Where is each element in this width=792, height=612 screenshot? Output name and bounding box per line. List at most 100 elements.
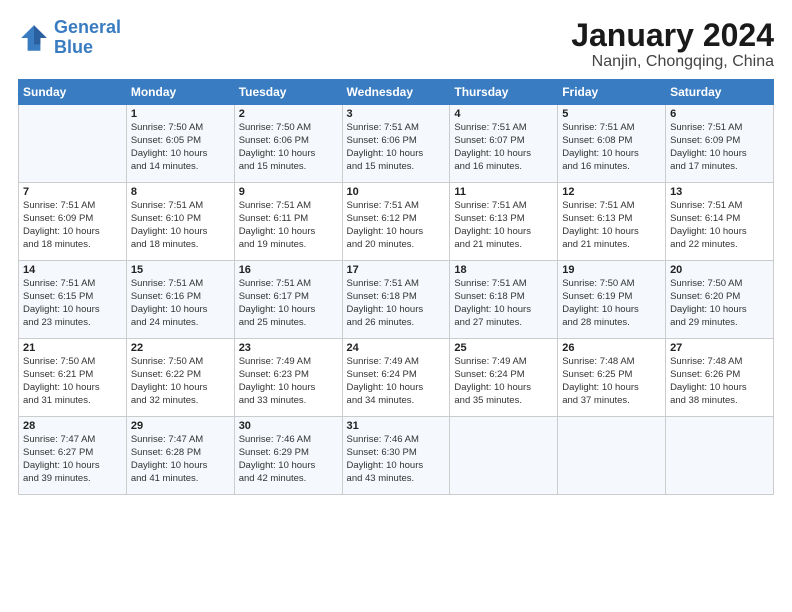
day-cell: 29 Sunrise: 7:47 AMSunset: 6:28 PMDayligh… <box>126 417 234 495</box>
day-info: Sunrise: 7:51 AMSunset: 6:09 PMDaylight:… <box>23 200 122 251</box>
col-tuesday: Tuesday <box>234 80 342 105</box>
day-cell: 22Sunrise: 7:50 AMSunset: 6:22 PMDayligh… <box>126 339 234 417</box>
day-cell: 17 Sunrise: 7:51 AMSunset: 6:18 PMDayligh… <box>342 261 450 339</box>
day-cell: 11Sunrise: 7:51 AMSunset: 6:13 PMDayligh… <box>450 183 558 261</box>
day-cell <box>450 417 558 495</box>
week-row-2: 7Sunrise: 7:51 AMSunset: 6:09 PMDaylight… <box>19 183 774 261</box>
day-info: Sunrise: 7:49 AMSunset: 6:23 PMDaylight:… <box>239 356 338 407</box>
week-row-3: 14Sunrise: 7:51 AMSunset: 6:15 PMDayligh… <box>19 261 774 339</box>
day-number: 21 <box>23 342 122 354</box>
day-info: Sunrise: 7:51 AMSunset: 6:09 PMDaylight:… <box>670 122 769 173</box>
day-info: Sunrise: 7:51 AMSunset: 6:06 PMDaylight:… <box>347 122 446 173</box>
col-thursday: Thursday <box>450 80 558 105</box>
day-info: Sunrise: 7:50 AMSunset: 6:20 PMDaylight:… <box>670 278 769 329</box>
day-cell: 2 Sunrise: 7:50 AMSunset: 6:06 PMDaylight… <box>234 105 342 183</box>
day-cell: 12 Sunrise: 7:51 AMSunset: 6:13 PMDayligh… <box>558 183 666 261</box>
col-monday: Monday <box>126 80 234 105</box>
day-number: 17 <box>347 264 446 276</box>
day-cell: 27Sunrise: 7:48 AMSunset: 6:26 PMDayligh… <box>666 339 774 417</box>
day-cell: 1 Sunrise: 7:50 AMSunset: 6:05 PMDaylight… <box>126 105 234 183</box>
day-cell: 3 Sunrise: 7:51 AMSunset: 6:06 PMDaylight… <box>342 105 450 183</box>
day-info: Sunrise: 7:51 AMSunset: 6:11 PMDaylight:… <box>239 200 338 251</box>
day-info: Sunrise: 7:51 AMSunset: 6:18 PMDaylight:… <box>347 278 446 329</box>
day-number: 19 <box>562 264 661 276</box>
day-cell: 30 Sunrise: 7:46 AMSunset: 6:29 PMDayligh… <box>234 417 342 495</box>
day-info: Sunrise: 7:50 AMSunset: 6:21 PMDaylight:… <box>23 356 122 407</box>
day-number: 1 <box>131 108 230 120</box>
day-info: Sunrise: 7:51 AMSunset: 6:18 PMDaylight:… <box>454 278 553 329</box>
col-friday: Friday <box>558 80 666 105</box>
day-info: Sunrise: 7:51 AMSunset: 6:16 PMDaylight:… <box>131 278 230 329</box>
day-cell: 7Sunrise: 7:51 AMSunset: 6:09 PMDaylight… <box>19 183 127 261</box>
day-info: Sunrise: 7:51 AMSunset: 6:14 PMDaylight:… <box>670 200 769 251</box>
day-cell: 8 Sunrise: 7:51 AMSunset: 6:10 PMDaylight… <box>126 183 234 261</box>
day-number: 29 <box>131 420 230 432</box>
day-number: 15 <box>131 264 230 276</box>
day-info: Sunrise: 7:48 AMSunset: 6:26 PMDaylight:… <box>670 356 769 407</box>
day-info: Sunrise: 7:50 AMSunset: 6:05 PMDaylight:… <box>131 122 230 173</box>
day-cell: 9Sunrise: 7:51 AMSunset: 6:11 PMDaylight… <box>234 183 342 261</box>
day-cell <box>666 417 774 495</box>
day-number: 31 <box>347 420 446 432</box>
col-sunday: Sunday <box>19 80 127 105</box>
logo: General Blue <box>18 18 121 58</box>
day-info: Sunrise: 7:51 AMSunset: 6:07 PMDaylight:… <box>454 122 553 173</box>
day-info: Sunrise: 7:48 AMSunset: 6:25 PMDaylight:… <box>562 356 661 407</box>
day-cell: 13 Sunrise: 7:51 AMSunset: 6:14 PMDayligh… <box>666 183 774 261</box>
day-info: Sunrise: 7:46 AMSunset: 6:30 PMDaylight:… <box>347 434 446 485</box>
day-info: Sunrise: 7:46 AMSunset: 6:29 PMDaylight:… <box>239 434 338 485</box>
day-info: Sunrise: 7:50 AMSunset: 6:22 PMDaylight:… <box>131 356 230 407</box>
day-cell: 18 Sunrise: 7:51 AMSunset: 6:18 PMDayligh… <box>450 261 558 339</box>
day-number: 3 <box>347 108 446 120</box>
day-cell <box>19 105 127 183</box>
day-info: Sunrise: 7:51 AMSunset: 6:13 PMDaylight:… <box>454 200 553 251</box>
day-number: 23 <box>239 342 338 354</box>
day-cell: 4 Sunrise: 7:51 AMSunset: 6:07 PMDaylight… <box>450 105 558 183</box>
day-number: 12 <box>562 186 661 198</box>
day-cell: 19 Sunrise: 7:50 AMSunset: 6:19 PMDayligh… <box>558 261 666 339</box>
calendar-table: Sunday Monday Tuesday Wednesday Thursday… <box>18 79 774 495</box>
day-info: Sunrise: 7:50 AMSunset: 6:06 PMDaylight:… <box>239 122 338 173</box>
day-number: 24 <box>347 342 446 354</box>
day-number: 2 <box>239 108 338 120</box>
week-row-4: 21 Sunrise: 7:50 AMSunset: 6:21 PMDayligh… <box>19 339 774 417</box>
day-number: 4 <box>454 108 553 120</box>
page: General Blue January 2024 Nanjin, Chongq… <box>0 0 792 612</box>
col-wednesday: Wednesday <box>342 80 450 105</box>
day-number: 25 <box>454 342 553 354</box>
day-number: 28 <box>23 420 122 432</box>
day-number: 6 <box>670 108 769 120</box>
day-cell: 26 Sunrise: 7:48 AMSunset: 6:25 PMDayligh… <box>558 339 666 417</box>
day-info: Sunrise: 7:51 AMSunset: 6:15 PMDaylight:… <box>23 278 122 329</box>
day-info: Sunrise: 7:51 AMSunset: 6:08 PMDaylight:… <box>562 122 661 173</box>
day-info: Sunrise: 7:47 AMSunset: 6:28 PMDaylight:… <box>131 434 230 485</box>
day-cell: 23 Sunrise: 7:49 AMSunset: 6:23 PMDayligh… <box>234 339 342 417</box>
day-info: Sunrise: 7:51 AMSunset: 6:17 PMDaylight:… <box>239 278 338 329</box>
day-cell: 14Sunrise: 7:51 AMSunset: 6:15 PMDayligh… <box>19 261 127 339</box>
day-info: Sunrise: 7:50 AMSunset: 6:19 PMDaylight:… <box>562 278 661 329</box>
day-number: 10 <box>347 186 446 198</box>
logo-text: General Blue <box>54 18 121 58</box>
logo-icon <box>18 22 50 54</box>
logo-line1: General <box>54 17 121 37</box>
day-number: 26 <box>562 342 661 354</box>
day-info: Sunrise: 7:51 AMSunset: 6:13 PMDaylight:… <box>562 200 661 251</box>
logo-line2: Blue <box>54 37 93 57</box>
day-info: Sunrise: 7:51 AMSunset: 6:12 PMDaylight:… <box>347 200 446 251</box>
day-cell: 20Sunrise: 7:50 AMSunset: 6:20 PMDayligh… <box>666 261 774 339</box>
day-info: Sunrise: 7:51 AMSunset: 6:10 PMDaylight:… <box>131 200 230 251</box>
week-row-1: 1 Sunrise: 7:50 AMSunset: 6:05 PMDaylight… <box>19 105 774 183</box>
day-number: 18 <box>454 264 553 276</box>
day-cell: 25Sunrise: 7:49 AMSunset: 6:24 PMDayligh… <box>450 339 558 417</box>
day-number: 30 <box>239 420 338 432</box>
day-info: Sunrise: 7:47 AMSunset: 6:27 PMDaylight:… <box>23 434 122 485</box>
day-cell: 24Sunrise: 7:49 AMSunset: 6:24 PMDayligh… <box>342 339 450 417</box>
day-number: 8 <box>131 186 230 198</box>
day-cell: 6 Sunrise: 7:51 AMSunset: 6:09 PMDaylight… <box>666 105 774 183</box>
day-number: 13 <box>670 186 769 198</box>
title-block: January 2024 Nanjin, Chongqing, China <box>571 18 774 71</box>
calendar-subtitle: Nanjin, Chongqing, China <box>571 53 774 71</box>
col-saturday: Saturday <box>666 80 774 105</box>
day-cell: 5Sunrise: 7:51 AMSunset: 6:08 PMDaylight… <box>558 105 666 183</box>
week-row-5: 28 Sunrise: 7:47 AMSunset: 6:27 PMDayligh… <box>19 417 774 495</box>
